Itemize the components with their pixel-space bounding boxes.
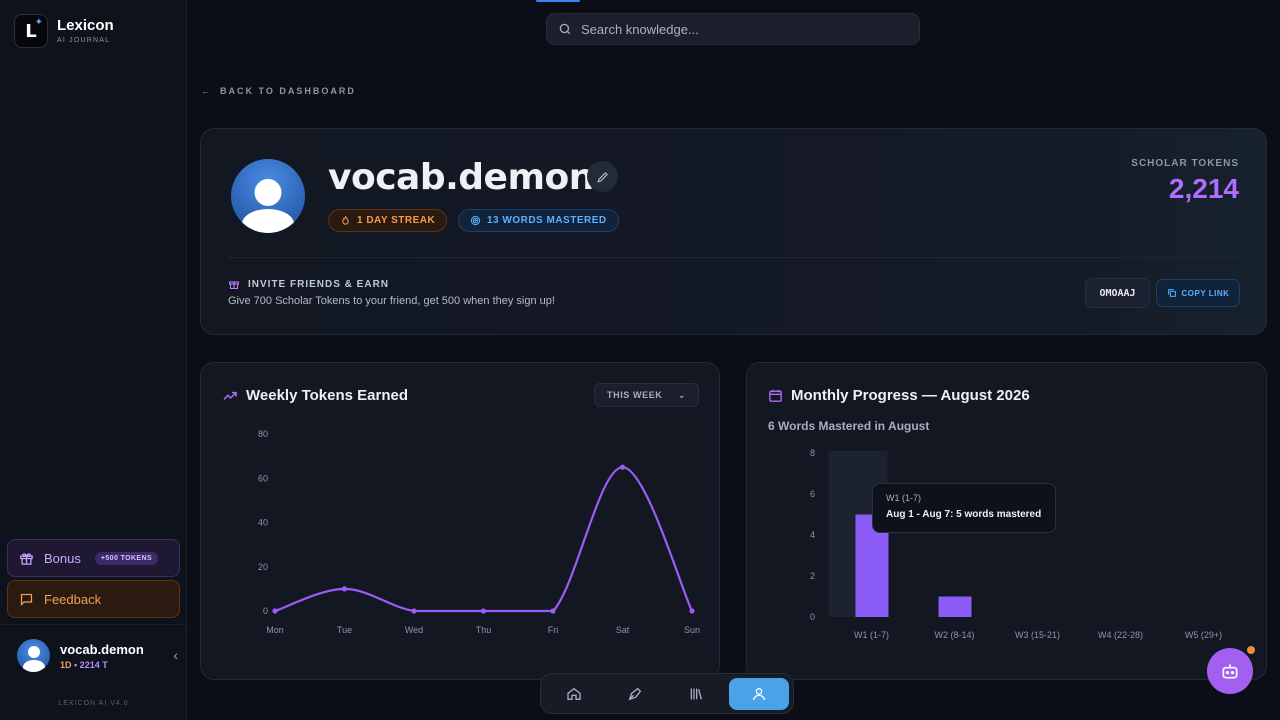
- message-icon: [20, 593, 33, 606]
- bar: [938, 596, 972, 617]
- flame-icon: [342, 216, 349, 225]
- sidebar-user[interactable]: vocab.demon 1D • 2214 T ‹: [17, 639, 178, 672]
- profile-avatar[interactable]: [231, 159, 305, 233]
- top-indicator: [536, 0, 580, 2]
- y-tick-label: 8: [810, 448, 815, 458]
- brand-name: Lexicon: [57, 17, 114, 34]
- copy-icon: [1167, 289, 1176, 297]
- back-to-dashboard-link[interactable]: ← BACK TO DASHBOARD: [201, 86, 356, 96]
- words-mastered-label: 13 WORDS MASTERED: [487, 215, 607, 226]
- referral-code[interactable]: OMOAAJ: [1085, 278, 1150, 308]
- x-tick-label: W2 (8-14): [934, 630, 974, 640]
- bonus-label: Bonus: [44, 550, 81, 566]
- x-tick-label: W4 (22-28): [1098, 630, 1143, 640]
- bonus-badge: +500 TOKENS: [94, 551, 159, 565]
- avatar: [17, 639, 50, 672]
- scholar-tokens-value: 2,214: [1168, 173, 1239, 204]
- data-point: [480, 608, 487, 614]
- y-tick-label: 6: [810, 489, 815, 499]
- y-tick-label: 80: [258, 429, 268, 439]
- bonus-button[interactable]: Bonus +500 TOKENS: [7, 539, 180, 577]
- nav-home[interactable]: [545, 678, 602, 710]
- x-tick-label: Sun: [684, 625, 700, 635]
- search-icon: [559, 23, 571, 35]
- nav-write[interactable]: [606, 678, 663, 710]
- copy-link-label: COPY LINK: [1181, 288, 1230, 298]
- sidebar: L ✦ Lexicon AI JOURNAL Bonus +500 TOKENS…: [0, 0, 187, 720]
- chevron-left-icon[interactable]: ‹: [173, 647, 178, 663]
- feedback-button[interactable]: Feedback: [7, 580, 180, 618]
- x-tick-label: Sat: [616, 625, 630, 635]
- data-point: [272, 608, 278, 614]
- sidebar-user-tokens: • 2214 T: [74, 659, 108, 670]
- notification-dot: [1247, 646, 1255, 654]
- weekly-tokens-card: Weekly Tokens Earned THIS WEEK ⌄ 0 20 40 60…: [200, 362, 720, 680]
- y-tick-label: 4: [810, 530, 815, 540]
- sidebar-user-name: vocab.demon: [60, 641, 144, 657]
- x-tick-label: W5 (29+): [1185, 630, 1222, 640]
- brand-logo: L ✦: [14, 14, 48, 48]
- arrow-left-icon: ←: [201, 86, 212, 96]
- ai-assistant-button[interactable]: [1207, 646, 1255, 694]
- x-tick-label: W1 (1-7): [854, 630, 889, 640]
- data-point: [341, 586, 348, 592]
- x-tick-label: Thu: [476, 625, 492, 635]
- words-mastered-badge: 13 WORDS MASTERED: [458, 209, 619, 232]
- y-tick-label: 2: [810, 571, 815, 581]
- data-point: [689, 608, 695, 614]
- user-icon: [752, 687, 765, 700]
- x-tick-label: Tue: [337, 625, 352, 635]
- profile-card: vocab.demon 1 DAY STREAK 13 WORDS MASTER…: [200, 128, 1267, 335]
- chart-tooltip: W1 (1-7) Aug 1 - Aug 7: 5 words mastered: [872, 483, 1056, 533]
- search-bar[interactable]: [546, 13, 920, 45]
- y-tick-label: 20: [258, 562, 268, 572]
- card-divider: [228, 257, 1239, 258]
- x-tick-label: W3 (15-21): [1015, 630, 1060, 640]
- feedback-label: Feedback: [44, 591, 102, 607]
- nav-library[interactable]: [668, 678, 725, 710]
- brand-subtitle: AI JOURNAL: [57, 37, 111, 44]
- library-icon: [690, 688, 703, 700]
- streak-label: 1 DAY STREAK: [357, 215, 436, 226]
- bottom-nav: [540, 673, 794, 714]
- brand[interactable]: L ✦ Lexicon AI JOURNAL: [14, 14, 114, 48]
- invite-description: Give 700 Scholar Tokens to your friend, …: [228, 295, 555, 307]
- gift-icon: [20, 552, 33, 565]
- gift-icon: [228, 281, 240, 290]
- data-point: [550, 608, 556, 614]
- y-tick-label: 40: [258, 518, 268, 528]
- x-tick-label: Mon: [266, 625, 284, 635]
- x-tick-label: Fri: [548, 625, 559, 635]
- home-icon: [566, 687, 581, 700]
- version-label: LEXICON AI V4.0: [58, 700, 129, 707]
- y-tick-label: 0: [263, 606, 268, 616]
- search-input[interactable]: [581, 21, 901, 37]
- invite-title-text: INVITE FRIENDS & EARN: [248, 278, 390, 290]
- y-tick-label: 60: [258, 473, 268, 483]
- tooltip-body: Aug 1 - Aug 7: 5 words mastered: [886, 509, 1042, 520]
- pencil-icon: [597, 171, 608, 182]
- tooltip-title: W1 (1-7): [886, 493, 922, 503]
- pen-icon: [628, 687, 642, 700]
- target-icon: [470, 215, 481, 226]
- sidebar-user-meta: 1D • 2214 T: [60, 660, 144, 670]
- data-point: [411, 608, 417, 614]
- streak-badge: 1 DAY STREAK: [328, 209, 448, 232]
- sidebar-user-streak: 1D: [60, 659, 72, 670]
- invite-title: INVITE FRIENDS & EARN: [228, 278, 389, 290]
- weekly-line-chart: 0 20 40 60 80 Mon Tue Wed Thu Fri Sat Sun: [258, 429, 700, 635]
- series-line: [274, 466, 693, 613]
- y-tick-label: 0: [810, 612, 815, 622]
- sparkle-icon: ✦: [34, 17, 43, 28]
- scholar-tokens-label: SCHOLAR TOKENS: [1131, 158, 1239, 169]
- sidebar-divider: [0, 624, 187, 625]
- edit-username-button[interactable]: [587, 161, 618, 192]
- robot-icon: [1222, 664, 1238, 679]
- copy-link-button[interactable]: COPY LINK: [1156, 279, 1240, 307]
- back-label: BACK TO DASHBOARD: [220, 86, 356, 96]
- x-tick-label: Wed: [405, 625, 423, 635]
- profile-username: vocab.demon: [328, 157, 594, 198]
- data-point: [619, 464, 626, 470]
- nav-profile[interactable]: [728, 677, 790, 710]
